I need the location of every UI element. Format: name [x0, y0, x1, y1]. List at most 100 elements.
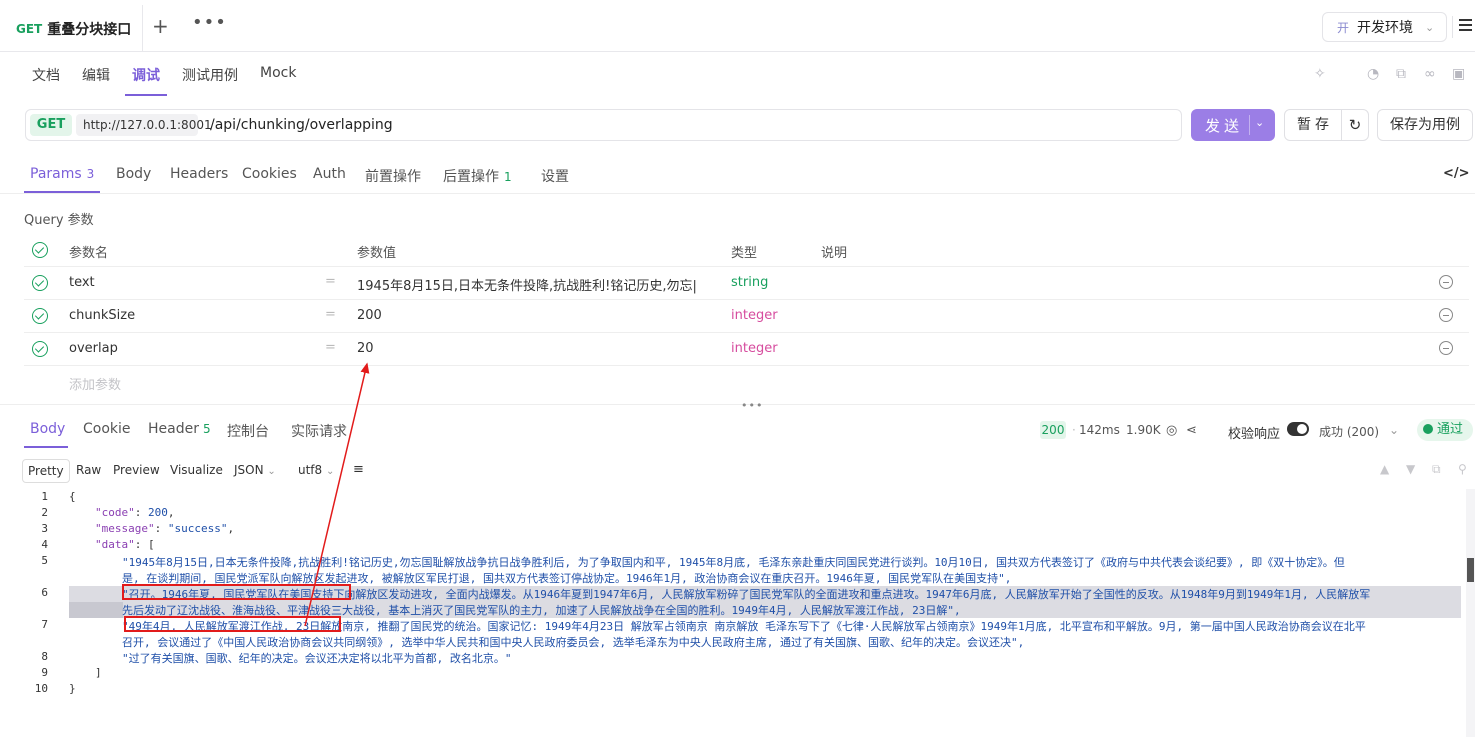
col-name: 参数名: [69, 246, 109, 261]
copy-icon[interactable]: ⧉: [1432, 462, 1441, 477]
tab-test-cases[interactable]: 测试用例: [182, 65, 238, 85]
resp-tab-actual-request[interactable]: 实际请求: [291, 421, 347, 441]
req-tab-settings[interactable]: 设置: [541, 166, 569, 186]
refresh-icon[interactable]: ↻: [1341, 109, 1369, 141]
url-bar[interactable]: GET http://127.0.0.1:8001 /api/chunking/…: [25, 109, 1182, 141]
select-all-checkbox[interactable]: [32, 242, 48, 258]
tab-edit[interactable]: 编辑: [82, 65, 110, 85]
wrap-icon[interactable]: ≡: [353, 459, 364, 483]
param-row: overlap = 20 integer: [24, 333, 1469, 366]
send-split-divider: [1249, 115, 1250, 135]
code-line: "1945年8月15日,日本无条件投降,抗战胜利!铭记历史,勿忘国耻解放战争抗日…: [122, 556, 1345, 569]
col-type: 类型: [731, 246, 758, 261]
remove-param-icon[interactable]: [1439, 341, 1453, 355]
save-as-case-button[interactable]: 保存为用例: [1377, 109, 1473, 141]
code-line-wrap: 召开, 会议通过了《中国人民政治协商会议共同纲领》, 选举中华人民共和国中央人民…: [122, 636, 1025, 649]
env-badge: 开: [1337, 20, 1350, 35]
param-type[interactable]: string: [731, 275, 768, 290]
more-icon[interactable]: •••: [192, 12, 227, 33]
panel-splitter[interactable]: [0, 404, 1475, 410]
equals-sign: =: [325, 274, 336, 289]
share-icon[interactable]: ⋖: [1186, 423, 1197, 438]
param-value[interactable]: 20: [357, 341, 374, 356]
active-tab-underline: [125, 94, 167, 96]
scrollbar-thumb[interactable]: [1467, 558, 1474, 582]
doc-tab[interactable]: GET 重叠分块接口: [0, 5, 143, 52]
copy-icon[interactable]: ⧉: [1396, 66, 1406, 82]
send-button[interactable]: 发送 ⌄: [1191, 109, 1275, 141]
format-select[interactable]: JSON ⌄: [234, 459, 276, 483]
line-number: 9: [41, 666, 48, 679]
validate-result[interactable]: 成功 (200): [1319, 423, 1379, 440]
menu-icon[interactable]: [1452, 16, 1475, 38]
drag-handle-icon[interactable]: •••: [741, 399, 763, 412]
separator-dot: ·: [1072, 423, 1076, 437]
validate-toggle[interactable]: [1287, 422, 1309, 436]
share-icon[interactable]: ∞: [1424, 66, 1436, 82]
validate-label: 校验响应: [1228, 427, 1281, 442]
search-icon[interactable]: ⚲: [1458, 462, 1467, 476]
req-tab-headers[interactable]: Headers: [170, 166, 228, 182]
param-value[interactable]: 1945年8月15日,日本无条件投降,抗战胜利!铭记历史,勿忘|: [357, 275, 709, 294]
format-raw[interactable]: Raw: [76, 459, 101, 483]
remove-param-icon[interactable]: [1439, 275, 1453, 289]
line-number: 2: [41, 506, 48, 519]
resp-tab-cookie[interactable]: Cookie: [83, 421, 131, 437]
equals-sign: =: [325, 307, 336, 322]
theme-icon[interactable]: ◔: [1367, 66, 1379, 82]
resp-tab-header[interactable]: Header 5: [148, 421, 211, 437]
collapse-icon[interactable]: ▣: [1452, 66, 1465, 82]
format-pretty[interactable]: Pretty: [22, 459, 70, 483]
response-code-viewer[interactable]: 1 { 2 "code": 200, 3 "message": "success…: [0, 489, 1475, 737]
param-row: chunkSize = 200 integer: [24, 300, 1469, 333]
resp-tab-body[interactable]: Body: [30, 421, 65, 437]
base-url[interactable]: http://127.0.0.1:8001: [76, 114, 212, 136]
chevron-down-icon[interactable]: ⌄: [1389, 423, 1399, 437]
chevron-down-icon[interactable]: ⌄: [1255, 116, 1264, 129]
param-name[interactable]: text: [69, 275, 95, 290]
environment-select[interactable]: 开 开发环境 ⌄: [1322, 12, 1447, 42]
divider: [0, 193, 1475, 194]
line-number: 5: [41, 554, 48, 567]
param-checkbox[interactable]: [32, 275, 48, 291]
remove-param-icon[interactable]: [1439, 308, 1453, 322]
format-preview[interactable]: Preview: [113, 459, 160, 483]
format-visualize[interactable]: Visualize: [170, 459, 223, 483]
tab-mock[interactable]: Mock: [260, 65, 296, 81]
magic-icon[interactable]: ✧: [1314, 66, 1326, 82]
req-tab-auth[interactable]: Auth: [313, 166, 346, 182]
param-checkbox[interactable]: [32, 308, 48, 324]
encoding-select[interactable]: utf8 ⌄: [298, 459, 334, 483]
tab-debug[interactable]: 调试: [132, 65, 160, 85]
save-button[interactable]: 暂存: [1284, 109, 1342, 141]
scrollbar[interactable]: [1466, 489, 1475, 737]
req-tab-body[interactable]: Body: [116, 166, 151, 182]
tab-docs[interactable]: 文档: [32, 65, 60, 85]
download-icon[interactable]: ▼: [1406, 462, 1415, 476]
param-name[interactable]: chunkSize: [69, 308, 135, 323]
param-checkbox[interactable]: [32, 341, 48, 357]
param-name[interactable]: overlap: [69, 341, 118, 356]
req-tab-params[interactable]: Params 3: [30, 166, 94, 182]
code-icon[interactable]: </>: [1443, 166, 1470, 181]
param-value[interactable]: 200: [357, 308, 382, 323]
url-path-input[interactable]: /api/chunking/overlapping: [210, 117, 393, 133]
req-tab-cookies[interactable]: Cookies: [242, 166, 297, 182]
col-desc: 说明: [821, 246, 848, 261]
req-tab-post-ops[interactable]: 后置操作 1: [443, 166, 512, 186]
method-select[interactable]: GET: [30, 114, 72, 136]
col-value: 参数值: [357, 246, 397, 261]
upload-icon[interactable]: ▲: [1380, 462, 1389, 476]
param-row: text = 1945年8月15日,日本无条件投降,抗战胜利!铭记历史,勿忘| …: [24, 267, 1469, 300]
add-param-input[interactable]: 添加参数: [69, 374, 121, 393]
line-number: 4: [41, 538, 48, 551]
new-tab-button[interactable]: +: [152, 14, 169, 38]
code-line: ]: [95, 666, 102, 679]
globe-icon[interactable]: ◎: [1166, 423, 1177, 438]
param-type[interactable]: integer: [731, 308, 778, 323]
param-type[interactable]: integer: [731, 341, 778, 356]
req-tab-pre-ops[interactable]: 前置操作: [365, 166, 421, 186]
annotation-box: [122, 584, 351, 600]
resp-tab-console[interactable]: 控制台: [227, 421, 269, 441]
params-header-row: 参数名 参数值 类型 说明: [24, 234, 1469, 267]
